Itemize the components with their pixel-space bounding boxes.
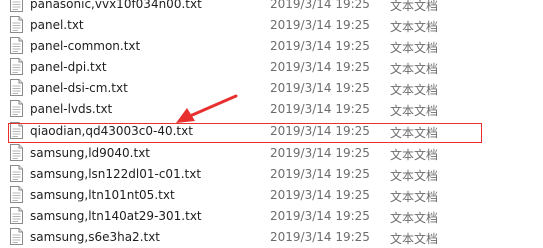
file-type: 文本文档	[390, 0, 439, 13]
file-name: panel.txt	[30, 18, 84, 32]
file-name: samsung,ltn101nt05.txt	[30, 188, 175, 202]
file-row[interactable]: samsung,ltn140at29-301.txt 2019/3/14 19:…	[0, 206, 543, 227]
file-type: 文本文档	[390, 169, 439, 183]
file-name: samsung,lsn122dl01-c01.txt	[30, 167, 202, 181]
text-file-icon	[10, 144, 23, 161]
text-file-icon	[10, 100, 23, 117]
file-row[interactable]: samsung,s6e3ha2.txt 2019/3/14 19:25 文本文档	[0, 227, 543, 248]
file-list: panasonic,vvx10f034n00.txt 2019/3/14 19:…	[0, 0, 543, 246]
file-type: 文本文档	[390, 126, 439, 140]
file-type: 文本文档	[390, 41, 439, 55]
file-row[interactable]: samsung,ltn101nt05.txt 2019/3/14 19:25 文…	[0, 185, 543, 206]
file-name: panel-lvds.txt	[30, 102, 113, 116]
file-modified-date: 2019/3/14 19:25	[270, 167, 370, 181]
text-file-icon	[10, 165, 23, 182]
file-row-highlighted[interactable]: qiaodian,qd43003c0-40.txt 2019/3/14 19:2…	[0, 121, 543, 142]
text-file-icon	[10, 207, 23, 224]
file-modified-date: 2019/3/14 19:25	[270, 0, 370, 11]
file-modified-date: 2019/3/14 19:25	[270, 18, 370, 32]
text-file-icon	[10, 0, 23, 12]
file-type: 文本文档	[390, 104, 439, 118]
file-type: 文本文档	[390, 211, 439, 225]
file-row[interactable]: panel-dpi.txt 2019/3/14 19:25 文本文档	[0, 57, 543, 78]
file-row[interactable]: samsung,lsn122dl01-c01.txt 2019/3/14 19:…	[0, 164, 543, 185]
text-file-icon	[10, 186, 23, 203]
file-name: panel-dsi-cm.txt	[30, 81, 128, 95]
file-name: panel-dpi.txt	[30, 60, 107, 74]
file-modified-date: 2019/3/14 19:25	[270, 81, 370, 95]
text-file-icon	[10, 16, 23, 33]
file-name: panasonic,vvx10f034n00.txt	[30, 0, 202, 11]
file-name: samsung,ld9040.txt	[30, 146, 151, 160]
file-name: qiaodian,qd43003c0-40.txt	[30, 124, 193, 138]
file-modified-date: 2019/3/14 19:25	[270, 188, 370, 202]
text-file-icon	[10, 58, 23, 75]
file-type: 文本文档	[390, 148, 439, 162]
file-row[interactable]: panel-lvds.txt 2019/3/14 19:25 文本文档	[0, 99, 543, 120]
file-modified-date: 2019/3/14 19:25	[270, 39, 370, 53]
text-file-icon	[10, 228, 23, 245]
file-type: 文本文档	[390, 232, 439, 246]
file-type: 文本文档	[390, 190, 439, 204]
text-file-icon	[10, 79, 23, 96]
file-name: panel-common.txt	[30, 39, 141, 53]
file-modified-date: 2019/3/14 19:25	[270, 146, 370, 160]
file-modified-date: 2019/3/14 19:25	[270, 209, 370, 223]
file-row[interactable]: panel-dsi-cm.txt 2019/3/14 19:25 文本文档	[0, 78, 543, 99]
file-modified-date: 2019/3/14 19:25	[270, 60, 370, 74]
file-modified-date: 2019/3/14 19:25	[270, 124, 370, 138]
text-file-icon	[10, 122, 23, 139]
file-type: 文本文档	[390, 83, 439, 97]
file-modified-date: 2019/3/14 19:25	[270, 102, 370, 116]
text-file-icon	[10, 37, 23, 54]
file-type: 文本文档	[390, 62, 439, 76]
file-row[interactable]: panel-common.txt 2019/3/14 19:25 文本文档	[0, 36, 543, 57]
file-row[interactable]: panel.txt 2019/3/14 19:25 文本文档	[0, 15, 543, 36]
file-row[interactable]: samsung,ld9040.txt 2019/3/14 19:25 文本文档	[0, 143, 543, 164]
file-type: 文本文档	[390, 20, 439, 34]
file-row[interactable]: panasonic,vvx10f034n00.txt 2019/3/14 19:…	[0, 0, 543, 15]
file-name: samsung,ltn140at29-301.txt	[30, 209, 202, 223]
